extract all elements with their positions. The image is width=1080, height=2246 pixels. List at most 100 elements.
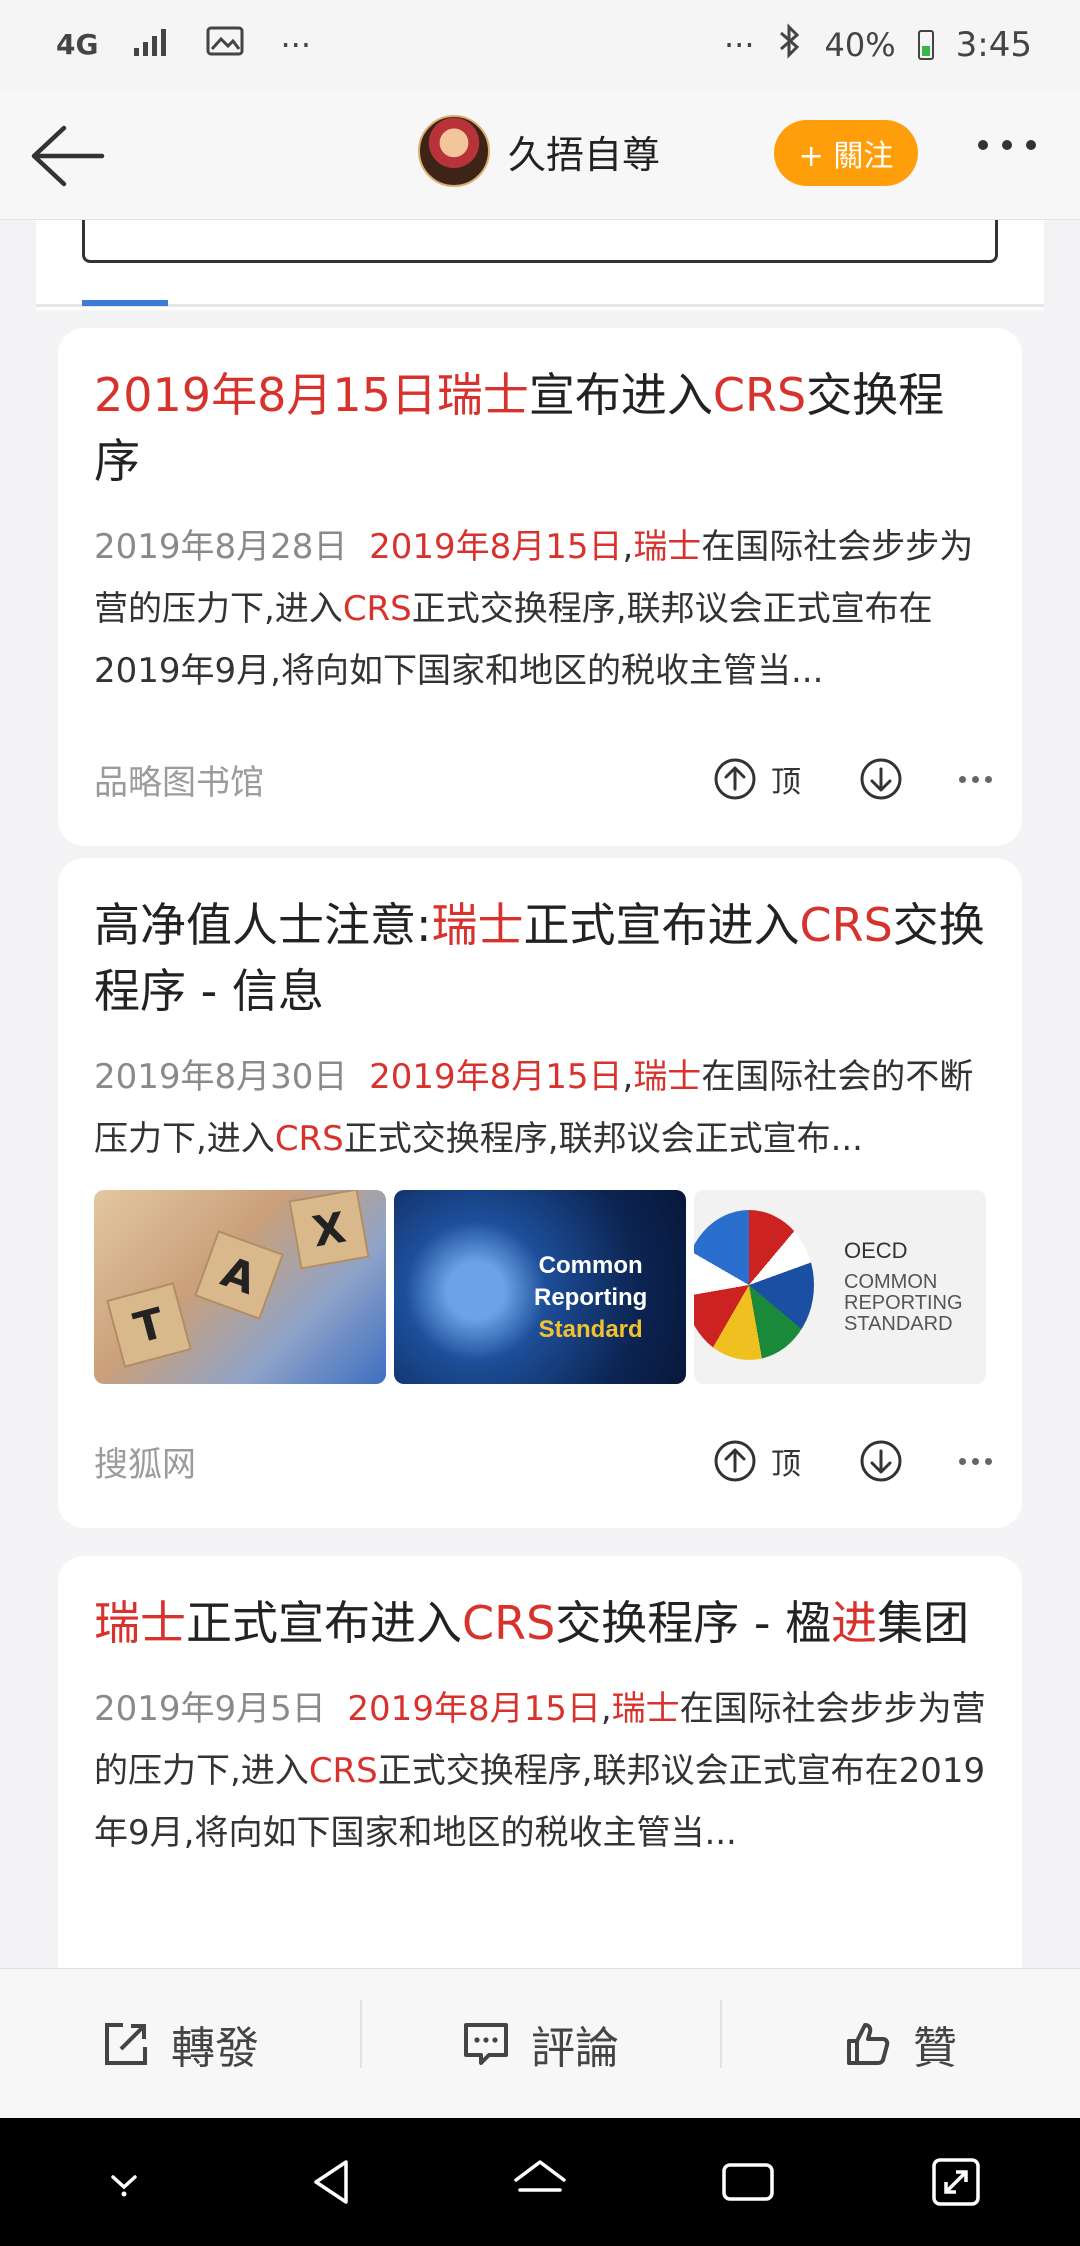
- active-tab-indicator: [82, 300, 168, 306]
- downvote-icon[interactable]: [859, 757, 903, 801]
- upvote-label[interactable]: 顶: [771, 757, 801, 801]
- result-actions: 顶: [713, 1439, 992, 1483]
- tab-divider: [36, 304, 1044, 307]
- title-segment: 高净值人士注意:: [94, 898, 432, 952]
- snippet-segment: ,: [600, 1689, 612, 1729]
- oecd-caption: OECD COMMON REPORTING STANDARD: [844, 1238, 963, 1335]
- back-arrow-icon: [31, 125, 105, 187]
- tile-letter: A: [194, 1230, 284, 1320]
- app-header: 久捂自尊 + 關注: [0, 90, 1080, 220]
- tax-tiles-image[interactable]: T A X: [94, 1190, 386, 1384]
- chevron-down-icon: [111, 2175, 137, 2197]
- crs-line: Standard: [538, 1316, 643, 1343]
- profile-name[interactable]: 久捂自尊: [508, 124, 660, 179]
- result-footer: 搜狐网 顶: [94, 1436, 992, 1486]
- result-date: 2019年8月28日: [94, 527, 348, 567]
- post-action-bar: 轉發 評論 贊: [0, 1968, 1080, 2118]
- follow-button[interactable]: + 關注: [774, 120, 918, 186]
- title-segment: CRS: [799, 898, 893, 952]
- upvote-icon[interactable]: [713, 1439, 757, 1483]
- oecd-line: REPORTING: [844, 1292, 963, 1314]
- like-label: 贊: [913, 2022, 957, 2074]
- back-button[interactable]: [24, 116, 108, 196]
- expand-icon: [932, 2158, 980, 2206]
- flag-globe-icon: [694, 1210, 814, 1360]
- more-dot-icon: [1002, 140, 1012, 150]
- nav-recents-button[interactable]: [708, 2142, 788, 2222]
- title-segment: 进: [831, 1596, 878, 1650]
- result-title[interactable]: 2019年8月15日瑞士宣布进入CRS交换程序: [94, 362, 986, 494]
- oecd-line: STANDARD: [844, 1313, 953, 1335]
- snippet-segment: CRS: [308, 1751, 378, 1791]
- result-source[interactable]: 搜狐网: [94, 1437, 196, 1486]
- title-segment: 交换程序 - 楹: [555, 1596, 832, 1650]
- comment-button[interactable]: 評論: [360, 1999, 720, 2076]
- snippet-segment: 2019年8月15日: [347, 1689, 601, 1729]
- snippet-segment: 瑞士: [611, 1689, 680, 1729]
- result-card[interactable]: 2019年8月15日瑞士宣布进入CRS交换程序 2019年8月28日 2019年…: [58, 328, 1022, 846]
- result-source[interactable]: 品略图书馆: [94, 755, 264, 804]
- comment-icon: [464, 2022, 508, 2065]
- profile-info[interactable]: 久捂自尊: [418, 115, 660, 187]
- crs-caption: Common Reporting Standard: [534, 1250, 647, 1346]
- crs-line: Common: [538, 1252, 643, 1279]
- share-icon: [105, 2022, 147, 2065]
- like-button[interactable]: 贊: [720, 1999, 1080, 2076]
- crs-globe-image[interactable]: Common Reporting Standard: [394, 1190, 686, 1384]
- search-results: 2019年8月15日瑞士宣布进入CRS交换程序 2019年8月28日 2019年…: [36, 310, 1044, 1970]
- result-date: 2019年9月5日: [94, 1689, 326, 1729]
- result-footer: 品略图书馆 顶: [94, 754, 992, 804]
- image-icon: [206, 25, 246, 65]
- nav-hide-button[interactable]: [84, 2142, 164, 2222]
- thumbs-up-icon: [847, 2022, 890, 2065]
- avatar[interactable]: [418, 115, 490, 187]
- snippet-segment: 正式交换程序,联邦议会正式宣布...: [343, 1119, 863, 1159]
- crs-line: Reporting: [534, 1284, 648, 1311]
- title-segment: CRS: [712, 368, 807, 422]
- system-navigation-bar: [0, 2118, 1080, 2246]
- title-segment: 2019年8月15日: [94, 368, 437, 422]
- title-segment: 瑞士: [436, 368, 529, 422]
- result-more-icon[interactable]: [959, 775, 992, 783]
- snippet-segment: 瑞士: [633, 1057, 702, 1097]
- snippet-segment: CRS: [274, 1119, 344, 1159]
- oecd-flags-image[interactable]: OECD COMMON REPORTING STANDARD: [694, 1190, 986, 1384]
- upvote-label[interactable]: 顶: [771, 1439, 801, 1483]
- more-dot-icon: [1026, 140, 1036, 150]
- result-card[interactable]: 瑞士正式宣布进入CRS交换程序 - 楹进集团 2019年9月5日 2019年8月…: [58, 1556, 1022, 1970]
- result-thumbnails: T A X Common Reporting Standard OECD COM…: [94, 1190, 986, 1384]
- status-more: ···: [280, 26, 311, 64]
- result-card[interactable]: 高净值人士注意:瑞士正式宣布进入CRS交换程序 - 信息 2019年8月30日 …: [58, 858, 1022, 1528]
- result-title[interactable]: 瑞士正式宣布进入CRS交换程序 - 楹进集团: [94, 1590, 986, 1656]
- downvote-icon[interactable]: [859, 1439, 903, 1483]
- title-segment: 瑞士: [431, 898, 524, 952]
- result-snippet: 2019年8月30日 2019年8月15日,瑞士在国际社会的不断压力下,进入CR…: [94, 1046, 986, 1170]
- tile-letter: X: [288, 1190, 370, 1270]
- title-segment: 集团: [877, 1596, 970, 1650]
- comment-label: 評論: [531, 2022, 619, 2074]
- snippet-segment: ,: [622, 1057, 634, 1097]
- recents-icon: [722, 2163, 774, 2201]
- bluetooth-icon: [777, 23, 803, 67]
- share-button[interactable]: 轉發: [0, 2012, 360, 2076]
- nav-home-button[interactable]: [500, 2142, 580, 2222]
- more-options-button[interactable]: [978, 140, 1036, 150]
- status-bar: 4G ··· ··· 40% 3:45: [0, 0, 1080, 90]
- status-right: ··· 40% 3:45: [724, 23, 1032, 67]
- result-snippet: 2019年9月5日 2019年8月15日,瑞士在国际社会步步为营的压力下,进入C…: [94, 1678, 986, 1864]
- oecd-title: OECD: [844, 1238, 908, 1263]
- snippet-segment: ,: [622, 527, 634, 567]
- nav-expand-button[interactable]: [916, 2142, 996, 2222]
- nav-back-button[interactable]: [292, 2142, 372, 2222]
- status-more-right: ···: [724, 26, 755, 64]
- result-title[interactable]: 高净值人士注意:瑞士正式宣布进入CRS交换程序 - 信息: [94, 892, 986, 1024]
- title-segment: CRS: [462, 1596, 556, 1650]
- result-more-icon[interactable]: [959, 1457, 992, 1465]
- upvote-icon[interactable]: [713, 757, 757, 801]
- status-left: 4G ···: [56, 25, 311, 65]
- result-snippet: 2019年8月28日 2019年8月15日,瑞士在国际社会步步为营的压力下,进入…: [94, 516, 986, 702]
- battery-icon: [917, 30, 934, 60]
- back-triangle-icon: [314, 2160, 348, 2204]
- follow-label: + 關注: [798, 139, 894, 174]
- signal-icon: [132, 26, 172, 64]
